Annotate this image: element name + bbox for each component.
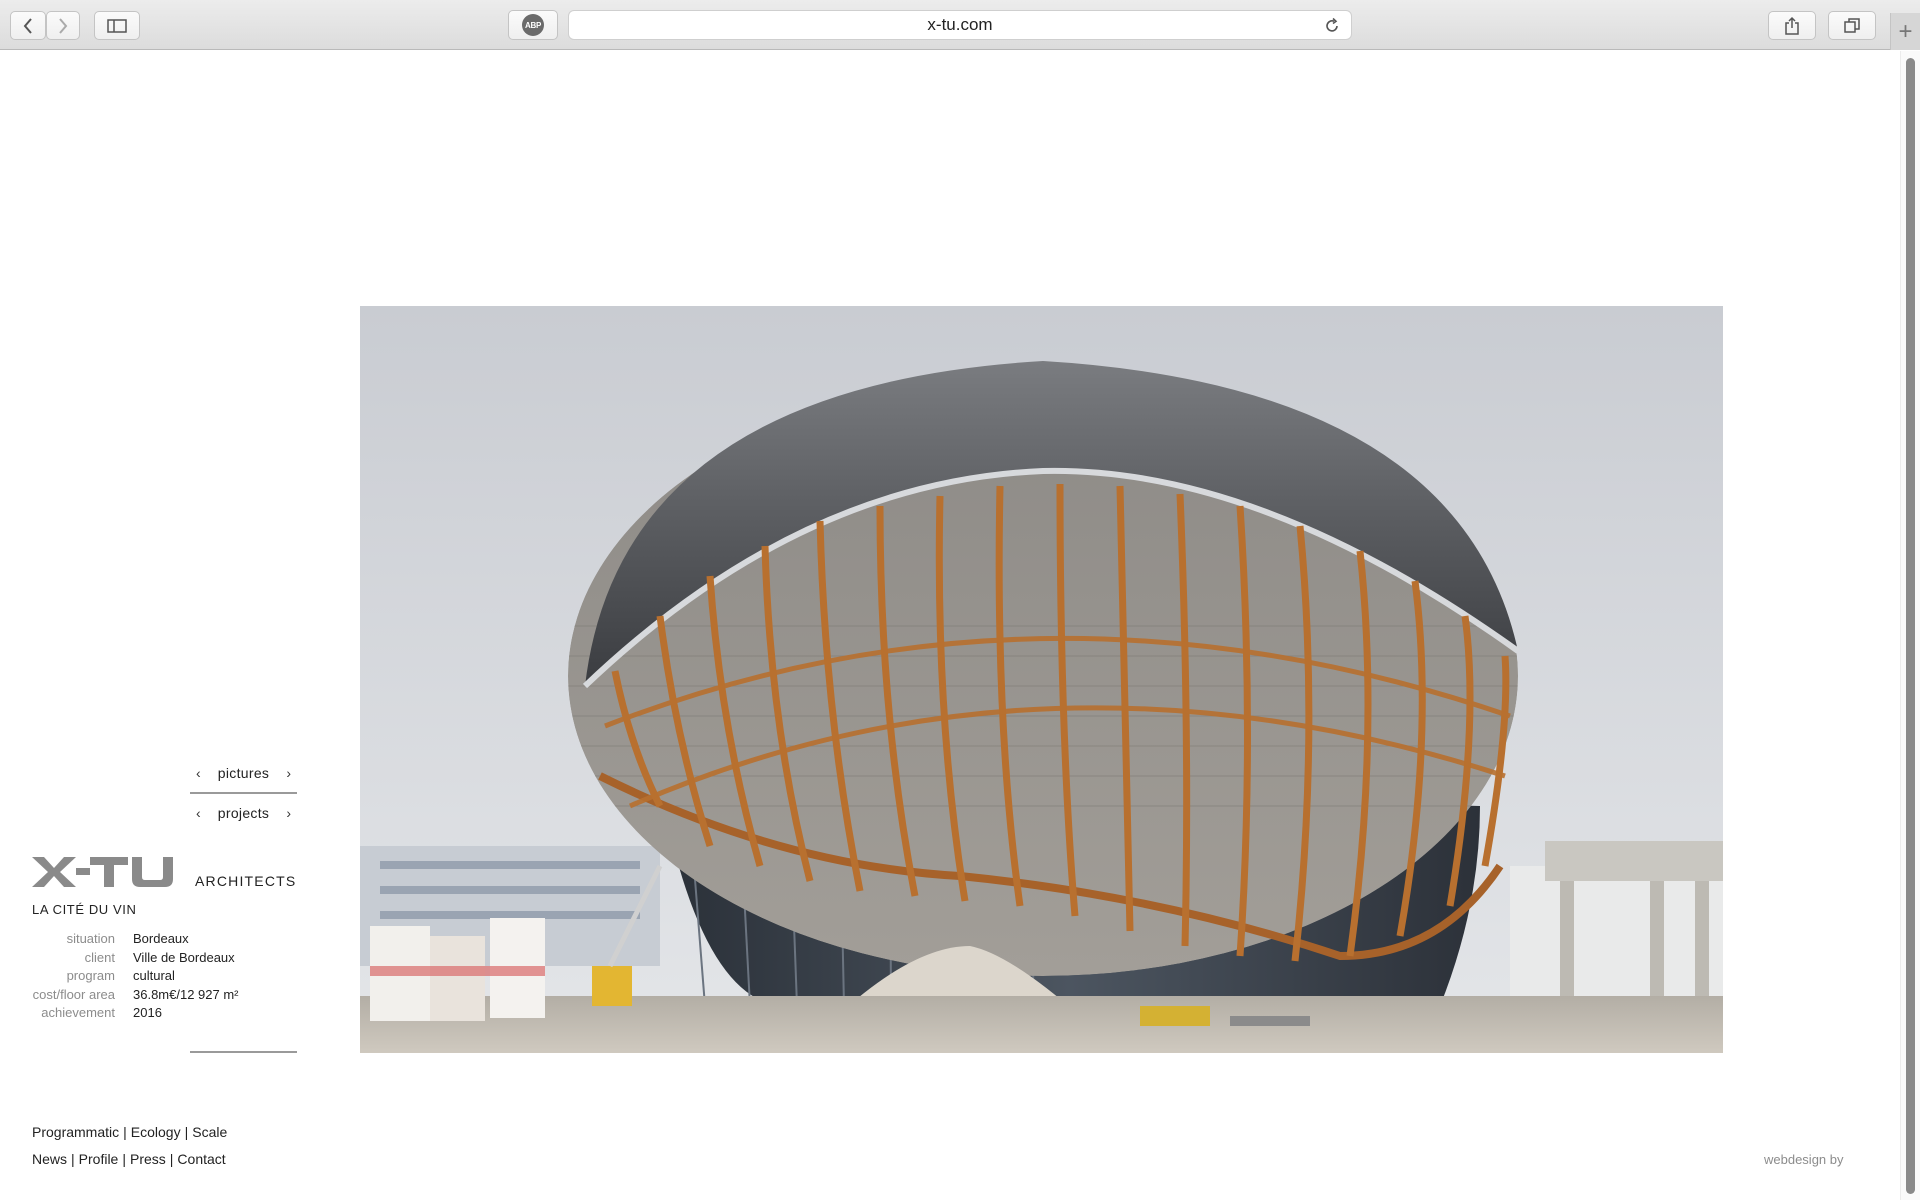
fact-value: 36.8m€/12 927 m² [133, 986, 239, 1002]
fact-value: Bordeaux [133, 931, 189, 946]
scrollbar-thumb[interactable] [1906, 58, 1915, 1194]
forward-arrow-icon [59, 17, 68, 34]
separator: | [184, 1124, 189, 1140]
fact-key: cost/floor area [32, 986, 115, 1002]
webdesign-credit[interactable]: webdesign by [1764, 1152, 1844, 1167]
fact-row: cost/floor area 36.8m€/12 927 m² [20, 986, 239, 1005]
divider [190, 1051, 297, 1053]
previous-project-button[interactable]: ‹ [196, 805, 201, 821]
projects-nav: ‹ projects › [190, 802, 297, 824]
fact-row: client Ville de Bordeaux [20, 949, 239, 968]
back-arrow-icon [23, 17, 32, 34]
forward-button[interactable] [46, 11, 80, 40]
link-scale[interactable]: Scale [192, 1124, 227, 1140]
tabs-button[interactable] [1828, 11, 1876, 40]
new-tab-icon[interactable]: + [1890, 13, 1920, 50]
sidebar-icon [107, 18, 127, 33]
project-photo[interactable] [360, 306, 1723, 1053]
sidebar-button[interactable] [94, 11, 140, 40]
project-facts: situation Bordeaux client Ville de Bordeau… [20, 930, 239, 1023]
tabs-icon [1844, 17, 1860, 33]
share-icon [1785, 16, 1799, 35]
fact-key: client [84, 949, 115, 965]
share-button[interactable] [1768, 11, 1816, 40]
divider [190, 792, 297, 794]
fact-key: achievement [41, 1005, 115, 1021]
link-ecology[interactable]: Ecology [131, 1124, 181, 1140]
link-contact[interactable]: Contact [177, 1151, 225, 1167]
fact-row: situation Bordeaux [20, 930, 239, 949]
back-button[interactable] [10, 11, 46, 40]
next-picture-button[interactable]: › [286, 765, 291, 781]
fact-value: Ville de Bordeaux [133, 949, 235, 965]
footer-nav-primary: Programmatic | Ecology | Scale [32, 1124, 227, 1140]
adblock-button[interactable]: ABP [508, 10, 558, 40]
fact-row: program cultural [20, 967, 239, 986]
adblock-icon: ABP [522, 14, 544, 36]
separator: | [123, 1124, 127, 1140]
link-programmatic[interactable]: Programmatic [32, 1124, 119, 1140]
separator: | [71, 1151, 75, 1167]
fact-key: program [66, 968, 115, 984]
fact-value: cultural [133, 968, 175, 984]
fact-key: situation [66, 931, 115, 946]
url-text: x-tu.com [927, 15, 993, 34]
separator: | [169, 1151, 174, 1167]
footer-nav-secondary: News | Profile | Press | Contact [32, 1151, 226, 1167]
link-news[interactable]: News [32, 1151, 67, 1167]
architects-label: ARCHITECTS [195, 873, 297, 889]
projects-label[interactable]: projects [218, 805, 269, 821]
reload-icon[interactable] [1323, 17, 1341, 35]
pictures-label[interactable]: pictures [218, 765, 269, 781]
fact-value: 2016 [133, 1005, 162, 1021]
link-profile[interactable]: Profile [79, 1151, 119, 1167]
browser-toolbar: ABP x-tu.com + [0, 0, 1920, 50]
cite-du-vin-construction-image [360, 306, 1723, 1053]
fact-row: achievement 2016 [20, 1004, 239, 1023]
previous-picture-button[interactable]: ‹ [196, 765, 201, 781]
separator: | [122, 1151, 126, 1167]
address-bar[interactable]: x-tu.com [568, 10, 1352, 40]
project-title: LA CITÉ DU VIN [32, 902, 137, 917]
xtu-logo[interactable] [32, 855, 177, 889]
pictures-nav: ‹ pictures › [190, 762, 297, 784]
next-project-button[interactable]: › [286, 805, 291, 821]
link-press[interactable]: Press [130, 1151, 166, 1167]
